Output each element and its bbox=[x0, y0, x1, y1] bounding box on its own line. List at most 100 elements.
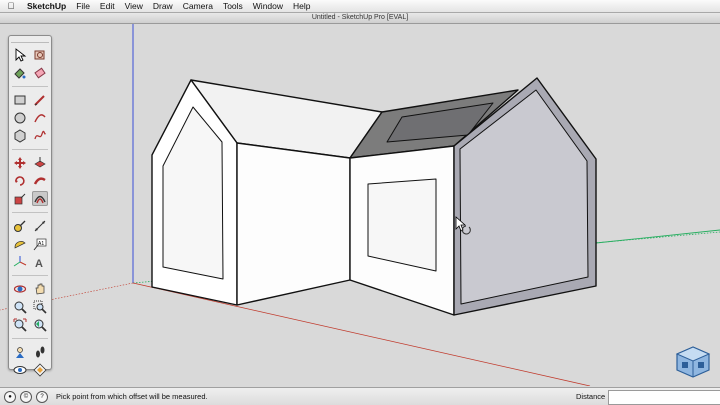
axes-tool[interactable] bbox=[12, 254, 28, 269]
polygon-tool[interactable] bbox=[12, 128, 28, 143]
palette-separator bbox=[12, 146, 48, 150]
hand-icon bbox=[35, 283, 45, 294]
large-tool-set-palette: A1 A bbox=[8, 35, 52, 377]
select-tool[interactable] bbox=[12, 47, 28, 62]
magnifier-icon bbox=[14, 301, 27, 314]
menu-camera[interactable]: Camera bbox=[178, 1, 218, 11]
3d-text-tool[interactable]: A bbox=[32, 254, 48, 269]
text-tool[interactable]: A1 bbox=[32, 236, 48, 251]
circle-tool[interactable] bbox=[12, 110, 28, 125]
pencil-icon bbox=[34, 94, 45, 106]
palette-separator bbox=[12, 83, 48, 87]
zoom-tool[interactable] bbox=[12, 299, 28, 314]
zoom-extents-tool[interactable] bbox=[12, 317, 28, 332]
menu-tools[interactable]: Tools bbox=[218, 1, 248, 11]
sketchup-cube-logo bbox=[675, 346, 711, 378]
zoom-window-tool[interactable] bbox=[32, 299, 48, 314]
front-wall-left[interactable] bbox=[236, 142, 351, 306]
position-camera-icon bbox=[16, 346, 24, 358]
3d-text-icon: A bbox=[35, 258, 43, 269]
arrow-icon bbox=[15, 47, 27, 62]
component-tool[interactable] bbox=[32, 47, 48, 62]
pan-tool[interactable] bbox=[32, 281, 48, 296]
rectangle-tool[interactable] bbox=[12, 92, 28, 107]
polygon-icon bbox=[14, 128, 26, 143]
axes-icon bbox=[13, 255, 27, 266]
model-canvas[interactable] bbox=[0, 24, 720, 387]
arc-icon bbox=[34, 113, 46, 122]
scale-icon bbox=[14, 193, 26, 204]
eraser-icon bbox=[34, 67, 46, 78]
menu-view[interactable]: View bbox=[120, 1, 148, 11]
menu-file[interactable]: File bbox=[71, 1, 95, 11]
footprints-icon bbox=[36, 346, 45, 357]
zoom-window-icon bbox=[33, 300, 47, 314]
follow-me-icon bbox=[33, 176, 46, 185]
status-message: Pick point from which offset will be mea… bbox=[56, 392, 208, 401]
scale-tool[interactable] bbox=[12, 191, 28, 206]
position-camera-tool[interactable] bbox=[12, 344, 28, 359]
credits-icon[interactable]: © bbox=[20, 390, 32, 403]
menu-bar:  SketchUp File Edit View Draw Camera To… bbox=[0, 0, 720, 13]
freehand-icon bbox=[34, 130, 46, 139]
move-icon bbox=[14, 156, 26, 169]
circle-icon bbox=[14, 112, 26, 123]
push-pull-tool[interactable] bbox=[32, 155, 48, 170]
menu-app-sketchup[interactable]: SketchUp bbox=[22, 1, 71, 11]
arc-tool[interactable] bbox=[32, 110, 48, 125]
palette-separator bbox=[12, 335, 48, 339]
eye-icon bbox=[13, 365, 27, 374]
rectangle-icon bbox=[14, 95, 26, 104]
offset-icon bbox=[34, 195, 46, 203]
push-pull-icon bbox=[34, 156, 46, 167]
palette-separator bbox=[12, 209, 48, 213]
protractor-icon bbox=[14, 240, 26, 249]
help-instructor-icon[interactable]: ? bbox=[36, 390, 48, 403]
drawing-viewport[interactable] bbox=[0, 24, 720, 387]
section-plane-tool[interactable] bbox=[32, 362, 48, 377]
previous-view-icon bbox=[34, 319, 47, 332]
rotate-icon bbox=[15, 175, 25, 186]
paint-bucket-icon bbox=[14, 67, 26, 79]
section-plane-icon bbox=[33, 362, 47, 377]
measurements-label: Distance bbox=[576, 392, 606, 401]
menu-draw[interactable]: Draw bbox=[148, 1, 178, 11]
follow-me-tool[interactable] bbox=[32, 173, 48, 188]
house-model[interactable] bbox=[151, 77, 597, 316]
window-title: Untitled - SketchUp Pro [EVAL] bbox=[311, 14, 409, 21]
look-around-tool[interactable] bbox=[12, 362, 28, 377]
orbit-tool[interactable] bbox=[12, 281, 28, 296]
palette-separator bbox=[12, 272, 48, 276]
tape-measure-tool[interactable] bbox=[12, 218, 28, 233]
menu-edit[interactable]: Edit bbox=[95, 1, 120, 11]
component-icon bbox=[34, 50, 45, 59]
status-bar: ● © ? Pick point from which offset will … bbox=[0, 387, 720, 405]
dimension-tool[interactable] bbox=[32, 218, 48, 233]
menu-window[interactable]: Window bbox=[248, 1, 288, 11]
tape-measure-icon bbox=[14, 220, 26, 232]
line-tool[interactable] bbox=[32, 92, 48, 107]
rotate-tool[interactable] bbox=[12, 173, 28, 188]
menu-help[interactable]: Help bbox=[288, 1, 315, 11]
paint-bucket-tool[interactable] bbox=[12, 65, 28, 80]
walk-tool[interactable] bbox=[32, 344, 48, 359]
text-label-icon: A1 bbox=[33, 238, 47, 250]
palette-grip[interactable] bbox=[11, 38, 49, 43]
eraser-tool[interactable] bbox=[32, 65, 48, 80]
orbit-icon bbox=[13, 284, 27, 293]
dimension-icon bbox=[34, 220, 46, 231]
protractor-tool[interactable] bbox=[12, 236, 28, 251]
svg-text:A: A bbox=[35, 258, 43, 269]
freehand-tool[interactable] bbox=[32, 128, 48, 143]
window-title-bar[interactable]: Untitled - SketchUp Pro [EVAL] bbox=[0, 13, 720, 24]
apple-menu-icon[interactable]:  bbox=[0, 1, 22, 11]
move-tool[interactable] bbox=[12, 155, 28, 170]
offset-tool[interactable] bbox=[32, 191, 48, 206]
green-axis-solid bbox=[595, 229, 720, 244]
previous-view-tool[interactable] bbox=[32, 317, 48, 332]
measurements-input[interactable] bbox=[608, 390, 720, 405]
svg-text:A1: A1 bbox=[38, 241, 44, 247]
geo-location-icon[interactable]: ● bbox=[4, 390, 16, 403]
front-window[interactable] bbox=[367, 178, 437, 272]
zoom-extents-icon bbox=[13, 318, 27, 332]
